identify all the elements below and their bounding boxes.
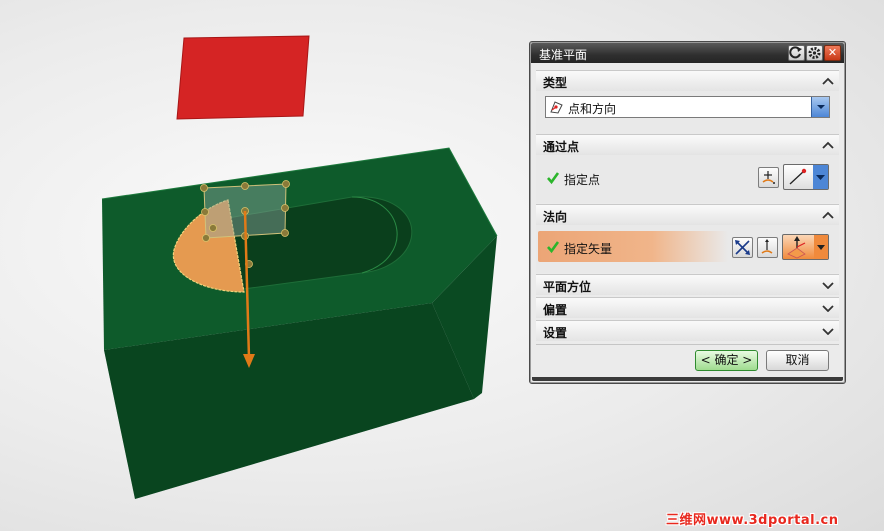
reset-icon[interactable] xyxy=(788,45,805,61)
check-icon xyxy=(546,240,560,257)
dialog-bottom-bar xyxy=(532,377,843,381)
section-normal-body: 指定矢量 xyxy=(536,225,839,273)
reverse-direction-button[interactable] xyxy=(732,237,753,258)
vector-dialog-button[interactable] xyxy=(757,237,778,258)
chevron-up-icon[interactable] xyxy=(819,206,837,224)
dialog-title: 基准平面 xyxy=(539,48,588,62)
chevron-up-icon[interactable] xyxy=(819,136,837,154)
type-combo[interactable]: 点和方向 xyxy=(545,96,830,118)
inferred-point-button[interactable] xyxy=(783,164,829,190)
datum-plane-dialog: 基准平面 ✕ 类型 点和方向 通过点 指定点 法向 指定矢量 平面方位 偏置 设… xyxy=(529,41,846,384)
inferred-vector-button[interactable] xyxy=(782,234,829,260)
check-icon xyxy=(546,171,560,188)
section-settings-header[interactable]: 设置 xyxy=(536,320,839,341)
watermark: 三维网www.3dportal.cn xyxy=(666,513,839,528)
close-icon[interactable]: ✕ xyxy=(824,45,841,61)
section-normal-header[interactable]: 法向 xyxy=(536,204,839,225)
chevron-down-icon[interactable] xyxy=(811,97,829,117)
section-offset-header[interactable]: 偏置 xyxy=(536,297,839,318)
section-normal-label: 法向 xyxy=(543,210,568,224)
type-combo-value: 点和方向 xyxy=(568,102,617,116)
cancel-button[interactable]: 取消 xyxy=(766,350,829,371)
dialog-titlebar[interactable]: 基准平面 ✕ xyxy=(531,43,844,63)
section-type-header[interactable]: 类型 xyxy=(536,70,839,91)
gear-icon[interactable] xyxy=(806,45,823,61)
chevron-down-icon[interactable] xyxy=(819,276,837,294)
section-type-label: 类型 xyxy=(543,76,568,90)
specify-point-label: 指定点 xyxy=(564,173,601,187)
ok-button[interactable]: < 确定 > xyxy=(695,350,758,371)
chevron-down-icon[interactable] xyxy=(819,322,837,340)
section-plane-orientation-label: 平面方位 xyxy=(543,280,592,294)
section-through-point-label: 通过点 xyxy=(543,140,580,154)
point-direction-icon xyxy=(549,100,564,117)
specify-vector-label: 指定矢量 xyxy=(564,242,613,256)
chevron-down-icon[interactable] xyxy=(819,299,837,317)
section-plane-orientation-header[interactable]: 平面方位 xyxy=(536,274,839,295)
section-type-body: 点和方向 xyxy=(536,91,839,135)
chevron-up-icon[interactable] xyxy=(819,72,837,90)
point-dialog-button[interactable] xyxy=(758,167,779,188)
datum-plane-red[interactable] xyxy=(176,35,310,120)
footer-divider xyxy=(536,344,839,345)
section-settings-label: 设置 xyxy=(543,326,568,340)
section-offset-label: 偏置 xyxy=(543,303,568,317)
section-through-point-body: 指定点 xyxy=(536,155,839,203)
section-through-point-header[interactable]: 通过点 xyxy=(536,134,839,155)
